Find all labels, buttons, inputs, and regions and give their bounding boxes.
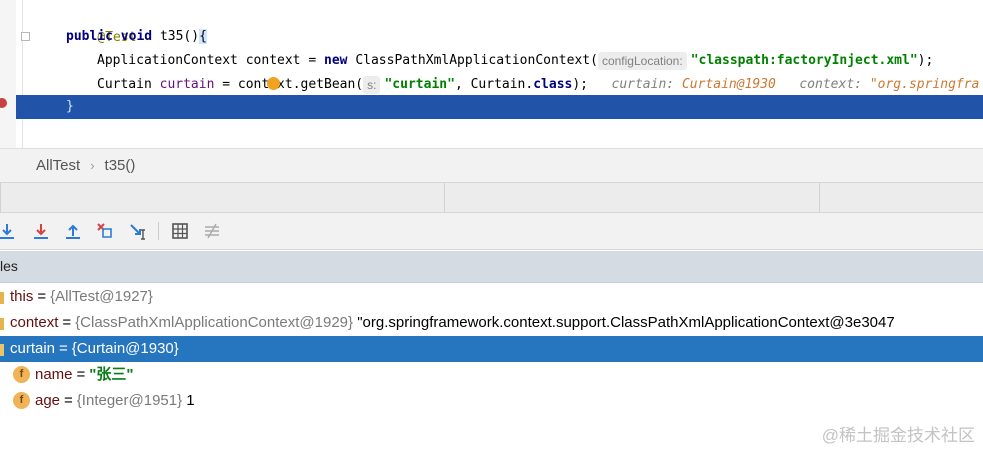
operator: = <box>308 53 317 68</box>
debug-toolbar <box>0 213 983 250</box>
variable-name: context <box>245 53 301 68</box>
code-line-6[interactable]: } <box>34 119 73 148</box>
constructor-call: ClassPathXmlApplicationContext( <box>355 53 598 68</box>
intention-bulb-icon[interactable] <box>267 77 280 90</box>
type-name: ApplicationContext <box>97 53 238 68</box>
variable-name: curtain <box>159 77 215 92</box>
breadcrumb-separator: › <box>90 158 95 173</box>
method-name: t35 <box>159 29 184 44</box>
parameter-hint: configLocation: <box>597 51 687 70</box>
keyword: public <box>66 29 113 44</box>
tab-divider <box>444 183 445 213</box>
step-over-icon[interactable] <box>0 221 17 241</box>
breadcrumb: AllTest › t35() <box>0 148 983 182</box>
code-line-3[interactable]: ApplicationContext context = new ClassPa… <box>97 49 933 73</box>
variable-name: curtain <box>10 340 56 357</box>
field-icon: f <box>13 392 30 409</box>
tab-divider <box>0 183 1 213</box>
inline-debug-key: context: <box>799 77 862 92</box>
object-icon <box>0 344 4 356</box>
variable-row-context[interactable]: context = {ClassPathXmlApplicationContext@… <box>0 310 983 336</box>
editor-gutter[interactable] <box>0 0 16 148</box>
type-name: Curtain <box>97 77 152 92</box>
debug-tab-strip <box>0 182 983 213</box>
variable-row-name[interactable]: f name = "张三" <box>0 362 983 388</box>
keyword: new <box>324 53 348 68</box>
keyword: class <box>533 77 573 92</box>
tab-divider <box>819 183 820 213</box>
variable-name: name <box>35 366 73 383</box>
watermark: @稀土掘金技术社区 <box>821 426 975 445</box>
variable-tostring: 1 <box>186 392 195 409</box>
call-args: , Curtain. <box>454 77 534 92</box>
variable-value: {Integer@1951} <box>76 392 183 409</box>
code-editor[interactable]: @Test public void t35(){ ApplicationCont… <box>0 0 983 148</box>
object-icon <box>0 318 4 330</box>
variable-value: "张三" <box>89 366 134 383</box>
variable-tostring: "org.springframework.context.support.Cla… <box>357 314 895 331</box>
toolbar-separator <box>158 222 159 240</box>
object-icon <box>0 292 4 304</box>
parens: () <box>183 29 200 44</box>
statement-end: ); <box>917 53 934 68</box>
code-line-2[interactable]: public void t35(){ <box>66 25 207 49</box>
code-line-4[interactable]: Curtain curtain = context.getBean(s: "cur… <box>97 73 979 97</box>
variable-name: context <box>10 314 59 331</box>
statement-end: ); <box>572 77 589 92</box>
variable-row-curtain[interactable]: curtain = {Curtain@1930} <box>0 336 983 362</box>
variable-row-age[interactable]: f age = {Integer@1951} 1 <box>0 388 983 414</box>
fold-marker-icon[interactable] <box>21 32 30 41</box>
inline-debug-value: "org.springfra <box>869 77 980 92</box>
current-execution-line[interactable]: } <box>16 95 983 119</box>
run-to-cursor-icon[interactable] <box>128 221 148 241</box>
operator: = <box>222 77 231 92</box>
brace: } <box>66 99 74 114</box>
inline-debug-value: Curtain@1930 <box>681 77 776 92</box>
variable-name: age <box>35 392 61 409</box>
call-part-a: con <box>237 77 262 92</box>
variable-value: {Curtain@1930} <box>71 340 179 357</box>
trace-icon[interactable] <box>202 221 222 241</box>
code-line-1[interactable]: @Test <box>66 2 136 45</box>
drop-frame-icon[interactable] <box>95 221 115 241</box>
string-literal: "curtain" <box>384 77 455 92</box>
inline-debug-key: curtain: <box>611 77 675 92</box>
string-literal: "classpath:factoryInject.xml" <box>690 53 918 68</box>
evaluate-icon[interactable] <box>170 221 190 241</box>
brace: { <box>199 29 207 44</box>
variable-value: {ClassPathXmlApplicationContext@1929} <box>75 314 354 331</box>
fold-guide <box>22 0 23 148</box>
breadcrumb-method[interactable]: t35() <box>105 157 136 174</box>
keyword: void <box>120 29 153 44</box>
step-into-icon[interactable] <box>31 221 51 241</box>
step-out-icon[interactable] <box>63 221 83 241</box>
variable-name: this <box>10 288 34 305</box>
variables-title: les <box>0 258 18 274</box>
breadcrumb-class[interactable]: AllTest <box>36 157 80 174</box>
parameter-hint: s: <box>363 75 381 94</box>
variables-panel-header: les <box>0 251 983 283</box>
variable-value: {AllTest@1927} <box>50 288 153 305</box>
variable-row-this[interactable]: this = {AllTest@1927} <box>0 284 983 310</box>
field-icon: f <box>13 366 30 383</box>
